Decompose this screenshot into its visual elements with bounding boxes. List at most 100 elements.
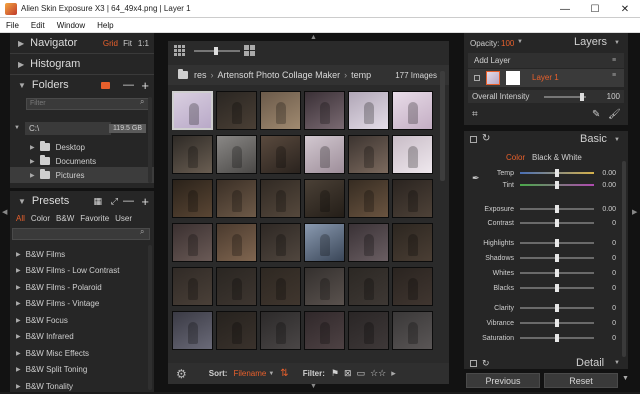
- thumbnail[interactable]: [304, 311, 345, 350]
- intensity-knob[interactable]: [580, 93, 585, 101]
- collapse-top-arrow-icon[interactable]: ▲: [310, 34, 317, 41]
- thumbnail[interactable]: [172, 135, 213, 174]
- slider-track[interactable]: [520, 205, 594, 213]
- preset-item[interactable]: ▶ B&W Films: [10, 246, 154, 262]
- slider-track[interactable]: [520, 269, 594, 277]
- close-button[interactable]: ✕: [610, 0, 640, 18]
- layers-title[interactable]: Layers: [574, 36, 607, 48]
- panel-toggle-icon[interactable]: [470, 136, 477, 143]
- thumbnail[interactable]: [260, 135, 301, 174]
- thumbnail[interactable]: [392, 311, 433, 350]
- comment-icon[interactable]: ▭: [357, 368, 366, 379]
- thumbnail[interactable]: [216, 91, 257, 130]
- slider-knob[interactable]: [555, 334, 559, 342]
- thumbnail[interactable]: [392, 267, 433, 306]
- slider-value[interactable]: 0: [596, 255, 616, 262]
- slider-value[interactable]: 0.00: [596, 170, 616, 177]
- slider-knob[interactable]: [555, 219, 559, 227]
- slider-knob[interactable]: [555, 254, 559, 262]
- slider-value[interactable]: 0: [596, 335, 616, 342]
- menu-file[interactable]: File: [0, 21, 25, 30]
- menu-icon[interactable]: ≡: [612, 72, 616, 79]
- thumbnail[interactable]: [392, 179, 433, 218]
- chevron-down-icon[interactable]: ▼: [268, 371, 274, 377]
- reset-arrow-icon[interactable]: ↻: [482, 133, 490, 144]
- slider-value[interactable]: 0: [596, 240, 616, 247]
- thumbnail[interactable]: [304, 135, 345, 174]
- slider-track[interactable]: [520, 304, 594, 312]
- minimize-button[interactable]: —: [550, 0, 580, 18]
- previous-button[interactable]: Previous: [466, 373, 540, 388]
- breadcrumb-item[interactable]: res: [194, 70, 207, 80]
- intensity-slider[interactable]: [544, 93, 586, 101]
- folders-scrollbar[interactable]: [148, 97, 152, 183]
- thumbnail[interactable]: [216, 223, 257, 262]
- layer-name[interactable]: Layer 1: [532, 73, 559, 82]
- chevron-down-icon[interactable]: ▼: [614, 40, 620, 46]
- opacity-value[interactable]: 100: [501, 39, 514, 48]
- navigator-header[interactable]: ▶ Navigator Grid Fit 1:1: [10, 33, 154, 53]
- thumbnail[interactable]: [348, 267, 389, 306]
- preset-item[interactable]: ▶ B&W Focus: [10, 312, 154, 328]
- tab-user[interactable]: User: [115, 214, 132, 223]
- slider-value[interactable]: 0.00: [596, 182, 616, 189]
- reset-button[interactable]: Reset: [544, 373, 618, 388]
- thumbnail[interactable]: [260, 311, 301, 350]
- folder-favorite-icon[interactable]: [101, 81, 110, 89]
- add-preset-button[interactable]: +: [141, 194, 149, 209]
- breadcrumb-item[interactable]: temp: [351, 70, 371, 80]
- tab-color[interactable]: Color: [31, 214, 50, 223]
- preset-item[interactable]: ▶ B&W Misc Effects: [10, 345, 154, 361]
- reject-icon[interactable]: ⊠: [344, 368, 352, 379]
- tab-all[interactable]: All: [16, 214, 25, 223]
- chevron-down-icon[interactable]: ▼: [614, 137, 620, 143]
- search-icon[interactable]: ⌕: [140, 227, 144, 237]
- slider-knob[interactable]: [555, 319, 559, 327]
- sort-direction-icon[interactable]: ⇅: [280, 368, 288, 379]
- thumbnail[interactable]: [304, 267, 345, 306]
- more-filters-icon[interactable]: ▸: [391, 368, 396, 379]
- slider-track[interactable]: [520, 181, 594, 189]
- slider-track[interactable]: [520, 239, 594, 247]
- browser-scrollbar[interactable]: [440, 71, 445, 181]
- navigator-grid-option[interactable]: Grid: [103, 39, 118, 48]
- thumbnail[interactable]: [172, 223, 213, 262]
- tab-black-white[interactable]: Black & White: [532, 153, 582, 162]
- slider-track[interactable]: [520, 219, 594, 227]
- menu-icon[interactable]: ≡: [612, 57, 616, 64]
- thumbnail[interactable]: [348, 91, 389, 130]
- slider-knob[interactable]: [555, 269, 559, 277]
- thumbnail-size-knob[interactable]: [214, 47, 218, 55]
- thumbnail[interactable]: [216, 311, 257, 350]
- thumbnail[interactable]: [216, 135, 257, 174]
- presets-scrollbar[interactable]: [148, 245, 152, 390]
- thumbnail[interactable]: [348, 223, 389, 262]
- presets-header[interactable]: ▼ Presets ▦ ⤢ — +: [10, 191, 154, 211]
- slider-value[interactable]: 0: [596, 270, 616, 277]
- menu-window[interactable]: Window: [51, 21, 91, 30]
- remove-preset-button[interactable]: —: [123, 195, 134, 207]
- thumbnail[interactable]: [216, 179, 257, 218]
- slider-knob[interactable]: [555, 284, 559, 292]
- basic-title[interactable]: Basic: [580, 133, 607, 145]
- slider-knob[interactable]: [555, 181, 559, 189]
- add-folder-button[interactable]: +: [141, 78, 149, 93]
- layer-thumbnail[interactable]: [486, 71, 500, 85]
- thumbnail[interactable]: [260, 267, 301, 306]
- navigator-fit-option[interactable]: Fit: [123, 39, 132, 48]
- expand-view-icon[interactable]: ⤢: [111, 196, 118, 207]
- preset-item[interactable]: ▶ B&W Films - Vintage: [10, 296, 154, 312]
- thumbnail[interactable]: [172, 267, 213, 306]
- tab-bw[interactable]: B&W: [56, 214, 74, 223]
- preset-item[interactable]: ▶ B&W Films - Polaroid: [10, 279, 154, 295]
- thumbnail[interactable]: [304, 223, 345, 262]
- slider-value[interactable]: 0: [596, 285, 616, 292]
- collapse-bottom-arrow-icon[interactable]: ▼: [310, 383, 317, 390]
- slider-knob[interactable]: [555, 205, 559, 213]
- thumbnail-size-slider[interactable]: [194, 47, 240, 55]
- layer-row[interactable]: Layer 1 ≡: [468, 69, 624, 87]
- slider-track[interactable]: [520, 254, 594, 262]
- menu-help[interactable]: Help: [91, 21, 119, 30]
- rating-stars-icon[interactable]: ☆☆: [370, 368, 386, 379]
- thumbnail[interactable]: [348, 311, 389, 350]
